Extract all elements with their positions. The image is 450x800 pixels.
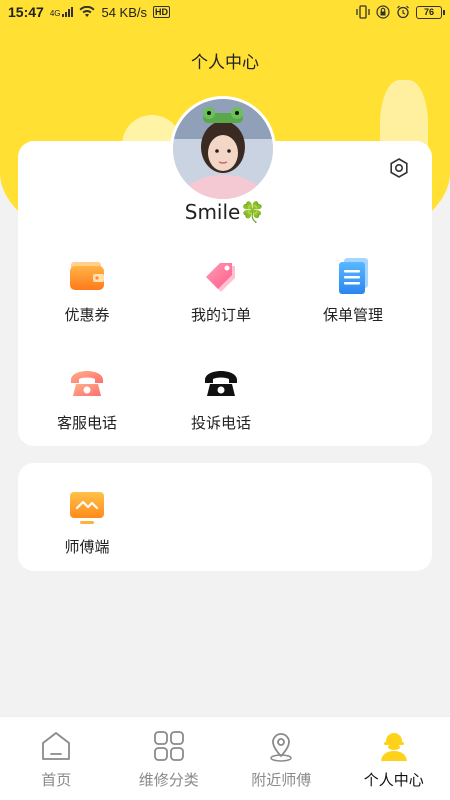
wallet-icon [70,262,104,290]
menu-item-complaint[interactable]: 投诉电话 [166,364,276,433]
settings-button[interactable] [388,157,410,179]
nav-label: 维修分类 [138,771,199,789]
menu-item-label: 保单管理 [322,306,383,324]
menu-item-label: 投诉电话 [190,414,251,432]
signal-icon: 4G [50,6,74,18]
avatar-photo [173,99,273,199]
menu-item-label: 师傅端 [64,538,110,556]
nav-label: 附近师傅 [251,771,312,789]
nav-label: 个人中心 [363,771,424,789]
username: Smile🍀 [184,200,266,224]
network-speed: 54 KB/s [101,4,148,20]
profile-icon [380,733,407,761]
vibrate-icon [356,5,370,19]
page-title: 个人中心 [191,53,259,73]
avatar[interactable] [170,96,276,202]
monitor-icon [70,492,104,524]
bottom-nav: 首页 维修分类 附近师傅 个人中心 [0,716,450,800]
battery-icon: 76 [416,5,445,19]
menu-item-label: 优惠券 [64,306,110,324]
menu-item-label: 客服电话 [56,414,117,432]
document-icon [339,258,368,294]
wifi-icon [79,6,95,17]
worker-card: 师傅端 [18,463,432,571]
menu-item-policy[interactable]: 保单管理 [298,256,408,325]
menu-item-orders[interactable]: 我的订单 [166,256,276,325]
nav-label: 首页 [41,771,72,789]
menu-item-label: 我的订单 [190,306,251,324]
home-icon [42,732,71,760]
nav-item-nearby[interactable]: 附近师傅 [225,717,338,800]
location-icon [270,733,292,762]
grid-icon [153,731,184,761]
menu-item-coupon[interactable]: 优惠券 [32,256,142,325]
menu-item-worker-portal[interactable]: 师傅端 [32,488,142,557]
menu-item-customer-service[interactable]: 客服电话 [32,364,142,433]
hexagon-settings-icon [390,158,408,178]
telephone-icon [71,371,103,396]
nav-item-home[interactable]: 首页 [0,717,113,800]
hd-icon: HD [153,6,171,18]
nav-item-categories[interactable]: 维修分类 [113,717,226,800]
status-bar: 15:47 4G 54 KB/s HD 76 [0,0,450,24]
lock-icon [376,5,390,19]
tag-icon [206,263,235,292]
telephone-black-icon [205,371,237,396]
status-time: 15:47 [8,4,44,20]
nav-item-profile[interactable]: 个人中心 [338,717,450,800]
alarm-icon [397,5,409,19]
